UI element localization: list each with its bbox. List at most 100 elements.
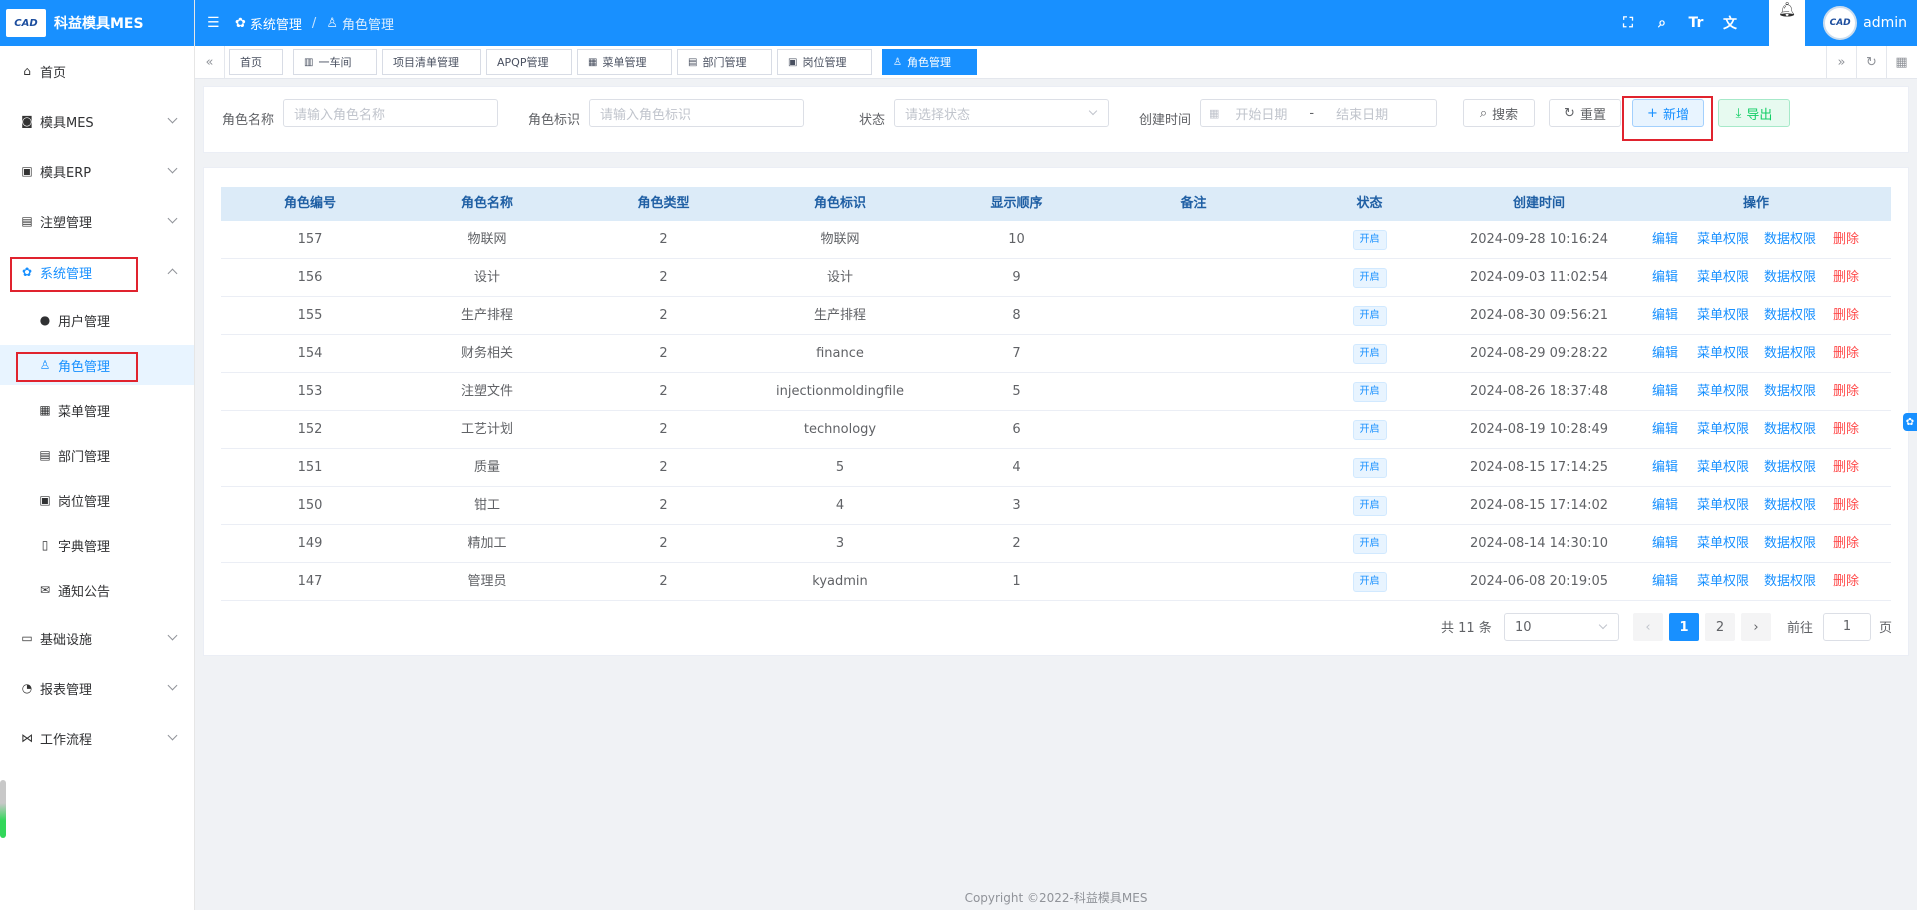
tab-posts[interactable]: ▣ 岗位管理: [777, 49, 872, 75]
start-date-input[interactable]: 开始日期: [1235, 104, 1287, 123]
sidebar-item-infrastructure[interactable]: ▭ 基础设施: [0, 618, 194, 658]
data-permission-link[interactable]: 数据权限: [1764, 297, 1816, 335]
refresh-icon[interactable]: ↻: [1856, 46, 1886, 79]
peoples-icon: ♙: [326, 15, 338, 31]
tab-menus[interactable]: ▦ 菜单管理: [577, 49, 672, 75]
column-header: 备注: [1180, 196, 1207, 211]
tab-apqp[interactable]: APQP管理: [486, 49, 572, 75]
edit-link[interactable]: 编辑: [1652, 411, 1678, 449]
data-permission-link[interactable]: 数据权限: [1764, 335, 1816, 373]
sidebar-item-workflow[interactable]: ⋈ 工作流程: [0, 718, 194, 758]
delete-link[interactable]: 删除: [1833, 525, 1859, 563]
tab-home[interactable]: 首页: [229, 49, 283, 75]
delete-link[interactable]: 删除: [1833, 563, 1859, 601]
edit-link[interactable]: 编辑: [1652, 373, 1678, 411]
data-permission-link[interactable]: 数据权限: [1764, 563, 1816, 601]
edit-link[interactable]: 编辑: [1652, 525, 1678, 563]
page-size-select[interactable]: 10: [1504, 613, 1619, 641]
sidebar-item-menus[interactable]: ▦ 菜单管理: [0, 390, 194, 430]
reset-button[interactable]: ↻ 重置: [1549, 99, 1621, 127]
page-button[interactable]: 2: [1705, 613, 1735, 641]
edit-link[interactable]: 编辑: [1652, 563, 1678, 601]
export-button[interactable]: ⤓ 导出: [1718, 99, 1790, 127]
pie-chart-icon: ◔: [21, 681, 33, 695]
date-range-picker[interactable]: ▦ 开始日期 - 结束日期: [1200, 99, 1437, 127]
app-logo[interactable]: CAD 科益模具MES: [0, 0, 194, 46]
menu-permission-link[interactable]: 菜单权限: [1697, 297, 1749, 335]
bag-icon: ▣: [21, 164, 33, 178]
prev-page-button[interactable]: ‹: [1633, 613, 1663, 641]
menu-permission-link[interactable]: 菜单权限: [1697, 411, 1749, 449]
edit-link[interactable]: 编辑: [1652, 259, 1678, 297]
edit-link[interactable]: 编辑: [1652, 335, 1678, 373]
delete-link[interactable]: 删除: [1833, 221, 1859, 259]
bell-icon[interactable]: 🔔︎: [1769, 0, 1805, 46]
search-button[interactable]: ⌕ 搜索: [1463, 99, 1535, 127]
cell-remark: [1105, 449, 1282, 487]
cell-type: 2: [659, 232, 668, 247]
grid-menu-icon[interactable]: ▦: [1886, 46, 1916, 79]
tab-depts[interactable]: ▤ 部门管理: [677, 49, 772, 75]
data-permission-link[interactable]: 数据权限: [1764, 373, 1816, 411]
menu-permission-link[interactable]: 菜单权限: [1697, 221, 1749, 259]
menu-permission-link[interactable]: 菜单权限: [1697, 563, 1749, 601]
end-date-input[interactable]: 结束日期: [1336, 104, 1388, 123]
data-permission-link[interactable]: 数据权限: [1764, 221, 1816, 259]
sidebar-item-depts[interactable]: ▤ 部门管理: [0, 435, 194, 475]
role-name-input[interactable]: 请输入角色名称: [283, 99, 498, 127]
delete-link[interactable]: 删除: [1833, 449, 1859, 487]
status-select[interactable]: 请选择状态: [894, 99, 1109, 127]
scroll-left-icon[interactable]: «: [195, 46, 225, 79]
menu-permission-link[interactable]: 菜单权限: [1697, 373, 1749, 411]
delete-link[interactable]: 删除: [1833, 411, 1859, 449]
table-row: 147 管理员 2 kyadmin 1 开启 2024-06-08 20:19:05 编辑 菜单…: [221, 563, 1891, 601]
data-permission-link[interactable]: 数据权限: [1764, 487, 1816, 525]
menu-permission-link[interactable]: 菜单权限: [1697, 259, 1749, 297]
menu-permission-link[interactable]: 菜单权限: [1697, 335, 1749, 373]
delete-link[interactable]: 删除: [1833, 487, 1859, 525]
sidebar-item-mold-mes[interactable]: ◙ 模具MES: [0, 101, 194, 141]
add-button[interactable]: + 新增: [1632, 99, 1704, 127]
next-page-button[interactable]: ›: [1741, 613, 1771, 641]
sidebar-item-home[interactable]: ⌂ 首页: [0, 51, 194, 91]
sidebar-item-injection[interactable]: ▤ 注塑管理: [0, 201, 194, 241]
translate-icon[interactable]: 文: [1713, 13, 1747, 33]
cell-name: 财务相关: [460, 346, 513, 361]
menu-permission-link[interactable]: 菜单权限: [1697, 449, 1749, 487]
scroll-right-icon[interactable]: »: [1826, 46, 1856, 79]
search-icon[interactable]: ⌕: [1645, 15, 1679, 31]
settings-icon[interactable]: ✿: [1903, 413, 1917, 431]
edit-link[interactable]: 编辑: [1652, 449, 1678, 487]
role-key-input[interactable]: 请输入角色标识: [589, 99, 804, 127]
sidebar-item-reports[interactable]: ◔ 报表管理: [0, 668, 194, 708]
menu-permission-link[interactable]: 菜单权限: [1697, 487, 1749, 525]
tab-roles[interactable]: ♙ 角色管理: [882, 49, 977, 75]
monitor-icon: ▭: [21, 631, 33, 645]
user-menu[interactable]: CAD admin: [1823, 0, 1907, 46]
fullscreen-icon[interactable]: ⛶: [1611, 15, 1645, 31]
font-size-icon[interactable]: Tr: [1679, 15, 1713, 31]
data-permission-link[interactable]: 数据权限: [1764, 525, 1816, 563]
sidebar-item-posts[interactable]: ▣ 岗位管理: [0, 480, 194, 520]
menu-permission-link[interactable]: 菜单权限: [1697, 525, 1749, 563]
sidebar-item-dicts[interactable]: ▯ 字典管理: [0, 525, 194, 565]
delete-link[interactable]: 删除: [1833, 373, 1859, 411]
hamburger-icon[interactable]: ☰: [207, 15, 223, 31]
data-permission-link[interactable]: 数据权限: [1764, 411, 1816, 449]
data-permission-link[interactable]: 数据权限: [1764, 449, 1816, 487]
tab-workshop[interactable]: ▥ 一车间: [293, 49, 377, 75]
tab-project-list[interactable]: 项目清单管理: [382, 49, 481, 75]
goto-page-input[interactable]: 1: [1823, 613, 1871, 641]
sidebar-item-mold-erp[interactable]: ▣ 模具ERP: [0, 151, 194, 191]
page-button[interactable]: 1: [1669, 613, 1699, 641]
breadcrumb-parent[interactable]: 系统管理: [250, 14, 302, 33]
edit-link[interactable]: 编辑: [1652, 487, 1678, 525]
edit-link[interactable]: 编辑: [1652, 297, 1678, 335]
sidebar-item-notices[interactable]: ✉ 通知公告: [0, 570, 194, 610]
data-permission-link[interactable]: 数据权限: [1764, 259, 1816, 297]
delete-link[interactable]: 删除: [1833, 259, 1859, 297]
sidebar-item-users[interactable]: ● 用户管理: [0, 300, 194, 340]
delete-link[interactable]: 删除: [1833, 297, 1859, 335]
delete-link[interactable]: 删除: [1833, 335, 1859, 373]
edit-link[interactable]: 编辑: [1652, 221, 1678, 259]
